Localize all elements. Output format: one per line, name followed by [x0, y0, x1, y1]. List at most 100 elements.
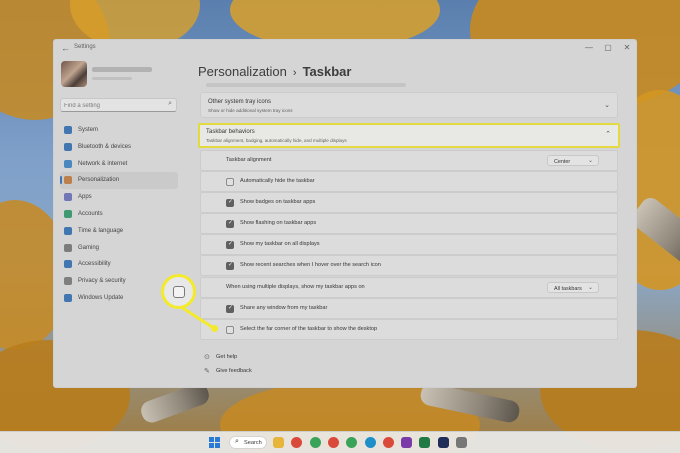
sidebar-item[interactable]: Personalization — [60, 172, 178, 190]
sidebar-item[interactable]: Accessibility — [60, 256, 178, 273]
scrolled-text-cutoff — [206, 83, 406, 87]
dropdown-value: Center — [554, 158, 571, 165]
sidebar-item-label: Privacy & security — [78, 278, 126, 285]
card-subtitle: Taskbar alignment, badging, automaticall… — [206, 138, 347, 143]
setting-label: Taskbar alignment — [226, 157, 272, 163]
windows-taskbar: ⌕ Search — [0, 431, 680, 453]
close-button[interactable]: ✕ — [618, 42, 636, 53]
start-button[interactable] — [209, 437, 220, 448]
chevron-down-icon: ⌄ — [587, 158, 593, 164]
setting-label: Show flashing on taskbar apps — [240, 220, 317, 226]
all-displays-checkbox[interactable] — [226, 240, 234, 249]
flashing-row[interactable]: Show flashing on taskbar apps — [200, 213, 618, 234]
globe-clock-icon — [64, 226, 72, 235]
card-subtitle: Show or hide additional system tray icon… — [208, 108, 293, 113]
auto-hide-checkbox[interactable] — [226, 178, 234, 186]
share-window-row[interactable]: Share any window from my taskbar — [200, 298, 618, 319]
give-feedback-label: Give feedback — [216, 367, 252, 374]
taskbar-behaviors-header[interactable]: Taskbar behaviors Taskbar alignment, bad… — [198, 123, 620, 148]
windows-logo-icon — [209, 437, 214, 442]
search-input[interactable] — [64, 101, 159, 110]
chrome-icon[interactable] — [346, 437, 358, 448]
far-corner-row[interactable]: Select the far corner of the taskbar to … — [200, 319, 618, 340]
taskbar-alignment-row: Taskbar alignment Center ⌄ — [200, 150, 618, 171]
sidebar-item[interactable]: Gaming — [60, 240, 178, 257]
settings-icon[interactable] — [456, 437, 467, 448]
sidebar-item-label: Bluetooth & devices — [78, 143, 132, 150]
other-tray-icons-card[interactable]: Other system tray icons Show or hide add… — [200, 92, 618, 118]
update-icon — [64, 293, 72, 302]
sidebar-item-label: System — [78, 127, 99, 133]
sidebar-item[interactable]: Apps — [60, 189, 178, 206]
settings-content: Other system tray icons Show or hide add… — [198, 83, 620, 387]
taskbar-search[interactable]: ⌕ Search — [229, 436, 267, 449]
chrome-icon[interactable] — [291, 437, 303, 448]
user-name-blurred — [92, 67, 152, 72]
maximize-button[interactable]: ▢ — [599, 42, 617, 53]
sidebar-item[interactable]: Network & internet — [60, 156, 178, 173]
multi-display-row: When using multiple displays, show my ta… — [200, 277, 618, 298]
callout-magnifier — [161, 274, 196, 309]
breadcrumb-separator: › — [292, 67, 297, 79]
all-displays-row[interactable]: Show my taskbar on all displays — [200, 234, 618, 255]
search-icon[interactable]: ⌕ — [168, 100, 172, 108]
back-arrow-icon[interactable]: ← — [61, 43, 70, 53]
chrome-icon[interactable] — [327, 437, 339, 448]
chrome-icon[interactable] — [309, 437, 321, 448]
sidebar-item-label: Accounts — [78, 210, 103, 217]
setting-label: Share any window from my taskbar — [240, 305, 328, 311]
setting-label: Show my taskbar on all displays — [240, 241, 320, 247]
onenote-icon[interactable] — [401, 437, 413, 448]
badges-row[interactable]: Show badges on taskbar apps — [200, 192, 618, 213]
chevron-up-icon[interactable]: ⌃ — [605, 130, 611, 138]
excel-icon[interactable] — [419, 437, 431, 448]
chevron-down-icon[interactable]: ⌄ — [604, 101, 610, 109]
chevron-down-icon: ⌄ — [587, 285, 593, 291]
page-title: Taskbar — [302, 64, 352, 79]
brush-icon — [64, 176, 72, 185]
file-explorer-icon[interactable] — [273, 437, 284, 448]
sidebar-item-label: Personalization — [78, 177, 120, 184]
sidebar-item[interactable]: System — [60, 122, 178, 139]
multi-display-dropdown[interactable]: All taskbars ⌄ — [547, 282, 599, 293]
share-window-checkbox[interactable] — [226, 304, 234, 313]
user-email-blurred — [92, 77, 132, 80]
get-help-label: Get help — [216, 353, 238, 360]
monitor-icon — [64, 126, 72, 134]
setting-label: When using multiple displays, show my ta… — [226, 284, 365, 290]
far-corner-checkbox[interactable] — [226, 326, 234, 334]
sidebar-item[interactable]: Time & language — [60, 223, 178, 240]
callout-dot — [211, 325, 218, 332]
recent-searches-checkbox[interactable] — [226, 261, 234, 270]
accessibility-icon — [64, 260, 72, 269]
settings-window: ← Settings — ▢ ✕ ⌕ System Bluetooth & dev… — [53, 39, 637, 388]
title-bar: ← Settings — ▢ ✕ — [54, 40, 636, 56]
sidebar-item[interactable]: Accounts — [60, 206, 178, 223]
feedback-icon: ✎ — [204, 368, 210, 375]
alignment-dropdown[interactable]: Center ⌄ — [547, 155, 599, 166]
sidebar-item[interactable]: Bluetooth & devices — [60, 139, 178, 156]
card-title: Other system tray icons — [208, 99, 272, 105]
flashing-checkbox[interactable] — [226, 219, 234, 228]
gamepad-icon — [64, 243, 72, 252]
help-icon: ⊙ — [204, 354, 210, 361]
photoshop-icon[interactable] — [437, 437, 449, 448]
sidebar-item-label: Time & language — [78, 227, 124, 234]
sidebar-item-label: Network & internet — [78, 160, 128, 167]
sidebar-item-label: Apps — [78, 194, 92, 201]
setting-label: Show badges on taskbar apps — [240, 199, 316, 205]
give-feedback-link[interactable]: ✎ Give feedback — [204, 367, 252, 375]
recent-searches-row[interactable]: Show recent searches when I hover over t… — [200, 255, 618, 276]
auto-hide-row[interactable]: Automatically hide the taskbar — [200, 171, 618, 192]
badges-checkbox[interactable] — [226, 198, 234, 207]
sidebar-item-label: Gaming — [78, 244, 100, 251]
apps-icon — [64, 193, 72, 202]
edge-icon[interactable] — [364, 437, 376, 448]
breadcrumb-parent[interactable]: Personalization — [198, 64, 287, 79]
minimize-button[interactable]: — — [580, 42, 598, 53]
find-setting-search[interactable]: ⌕ — [60, 98, 177, 112]
get-help-link[interactable]: ⊙ Get help — [204, 353, 238, 361]
breadcrumb: Personalization › Taskbar — [198, 64, 351, 79]
chrome-icon[interactable] — [382, 437, 394, 448]
avatar[interactable] — [61, 61, 87, 87]
